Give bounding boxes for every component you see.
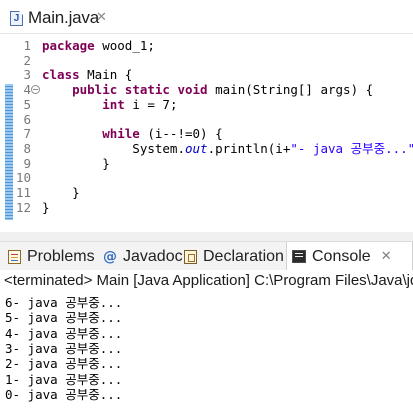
tab-javadoc-label: Javadoc — [123, 247, 183, 265]
console-output-line: 2- java 공부중... — [5, 356, 123, 372]
editor-bottom-space — [0, 220, 413, 232]
console-output-line: 5- java 공부중... — [5, 310, 123, 326]
code-token: static — [124, 82, 178, 98]
code-token: Main { — [87, 67, 133, 83]
line-number: 8 — [23, 140, 31, 156]
code-token: } — [42, 185, 80, 200]
console-output-line: 3- java 공부중... — [5, 340, 123, 356]
console-output-line: 0- java 공부중... — [5, 386, 123, 402]
code-line: 2 — [0, 53, 413, 68]
line-number: 11 — [15, 185, 31, 200]
code-line: 1 package wood_1; — [0, 38, 413, 53]
code-token: } — [42, 155, 110, 171]
code-token: while — [42, 126, 148, 142]
code-token: .println(i+ — [207, 140, 291, 156]
console-output[interactable]: 6- java 공부중... 5- java 공부중... 4- java 공부중.… — [0, 292, 413, 420]
code-token: class — [42, 67, 88, 83]
line-number: 6 — [23, 111, 31, 127]
code-editor[interactable]: 1 package wood_1; 2 3 class Main {4− public … — [0, 34, 413, 234]
code-line: 12} — [0, 200, 413, 215]
problems-icon — [8, 249, 21, 264]
tab-problems[interactable]: Problems — [8, 242, 95, 271]
code-line: 6 — [0, 112, 413, 127]
code-line: 11 } — [0, 185, 413, 200]
console-output-line: 1- java 공부중... — [5, 371, 123, 387]
line-number: 9 — [23, 155, 31, 171]
panel-splitter[interactable] — [0, 232, 413, 241]
tab-javadoc[interactable]: @ Javadoc — [103, 242, 183, 271]
code-token: "- java 공부중..." — [290, 140, 413, 156]
line-number: 10 — [15, 170, 31, 186]
close-icon[interactable]: ✕ — [381, 249, 392, 264]
code-line: 7 while (i--!=0) { — [0, 126, 413, 141]
code-token: package — [42, 38, 103, 53]
editor-tab-title: Main.java — [28, 8, 99, 27]
line-number: 12 — [15, 199, 31, 215]
code-text: } — [42, 156, 110, 171]
tab-console[interactable]: Console ✕ — [286, 242, 413, 271]
code-token: void — [177, 82, 216, 98]
code-line: 4− public static void main(String[] args… — [0, 82, 413, 97]
line-number: 2 — [23, 52, 31, 68]
tab-console-label: Console — [312, 247, 371, 265]
editor-tab-main-java[interactable]: J Main.java ✕ — [0, 4, 120, 32]
code-token: i = 7; — [132, 96, 178, 112]
code-token: main(String[] args) { — [215, 82, 374, 98]
fold-collapse-icon[interactable]: − — [31, 85, 40, 95]
close-icon[interactable]: ✕ — [96, 10, 107, 25]
code-text: int i = 7; — [42, 97, 177, 112]
code-line: 10 — [0, 170, 413, 185]
editor-tab-bar: J Main.java ✕ — [0, 0, 413, 34]
console-output-line: 4- java 공부중... — [5, 325, 123, 341]
tab-declaration[interactable]: Declaration — [184, 242, 284, 271]
code-token: System. — [42, 140, 185, 156]
code-text: } — [42, 200, 50, 215]
code-line: 5 int i = 7; — [0, 97, 413, 112]
line-number: 3 — [23, 67, 31, 83]
declaration-icon — [184, 249, 197, 264]
code-token: int — [42, 96, 133, 112]
code-text: System.out.println(i+"- java 공부중..."); — [42, 141, 413, 156]
line-number: 4 — [23, 82, 31, 98]
console-status-text: <terminated> Main [Java Application] C:\… — [4, 272, 413, 289]
code-token: } — [42, 199, 50, 215]
code-text: } — [42, 185, 80, 200]
javadoc-icon: @ — [103, 248, 117, 265]
code-line: 9 } — [0, 156, 413, 171]
console-output-line: 6- java 공부중... — [5, 295, 123, 310]
line-number: 5 — [23, 96, 31, 112]
code-token: out — [185, 140, 208, 156]
java-file-icon: J — [10, 11, 23, 26]
code-line: 3 class Main { — [0, 67, 413, 82]
view-tab-bar: Problems @ Javadoc Declaration Console ✕ — [0, 241, 413, 271]
line-number: 7 — [23, 126, 31, 142]
code-token: wood_1; — [102, 38, 155, 53]
code-text: class Main { — [42, 67, 132, 82]
code-token: public — [42, 82, 125, 98]
console-status-header: <terminated> Main [Java Application] C:\… — [0, 270, 413, 293]
code-line: 8 System.out.println(i+"- java 공부중..."); — [0, 141, 413, 156]
line-number: 1 — [23, 38, 31, 53]
tab-declaration-label: Declaration — [203, 247, 284, 265]
console-icon — [292, 250, 306, 263]
tab-problems-label: Problems — [27, 247, 95, 265]
code-text: public static void main(String[] args) { — [42, 82, 373, 97]
code-token: (i--!=0) { — [147, 126, 223, 142]
code-text: while (i--!=0) { — [42, 126, 223, 142]
code-text: package wood_1; — [42, 38, 155, 53]
